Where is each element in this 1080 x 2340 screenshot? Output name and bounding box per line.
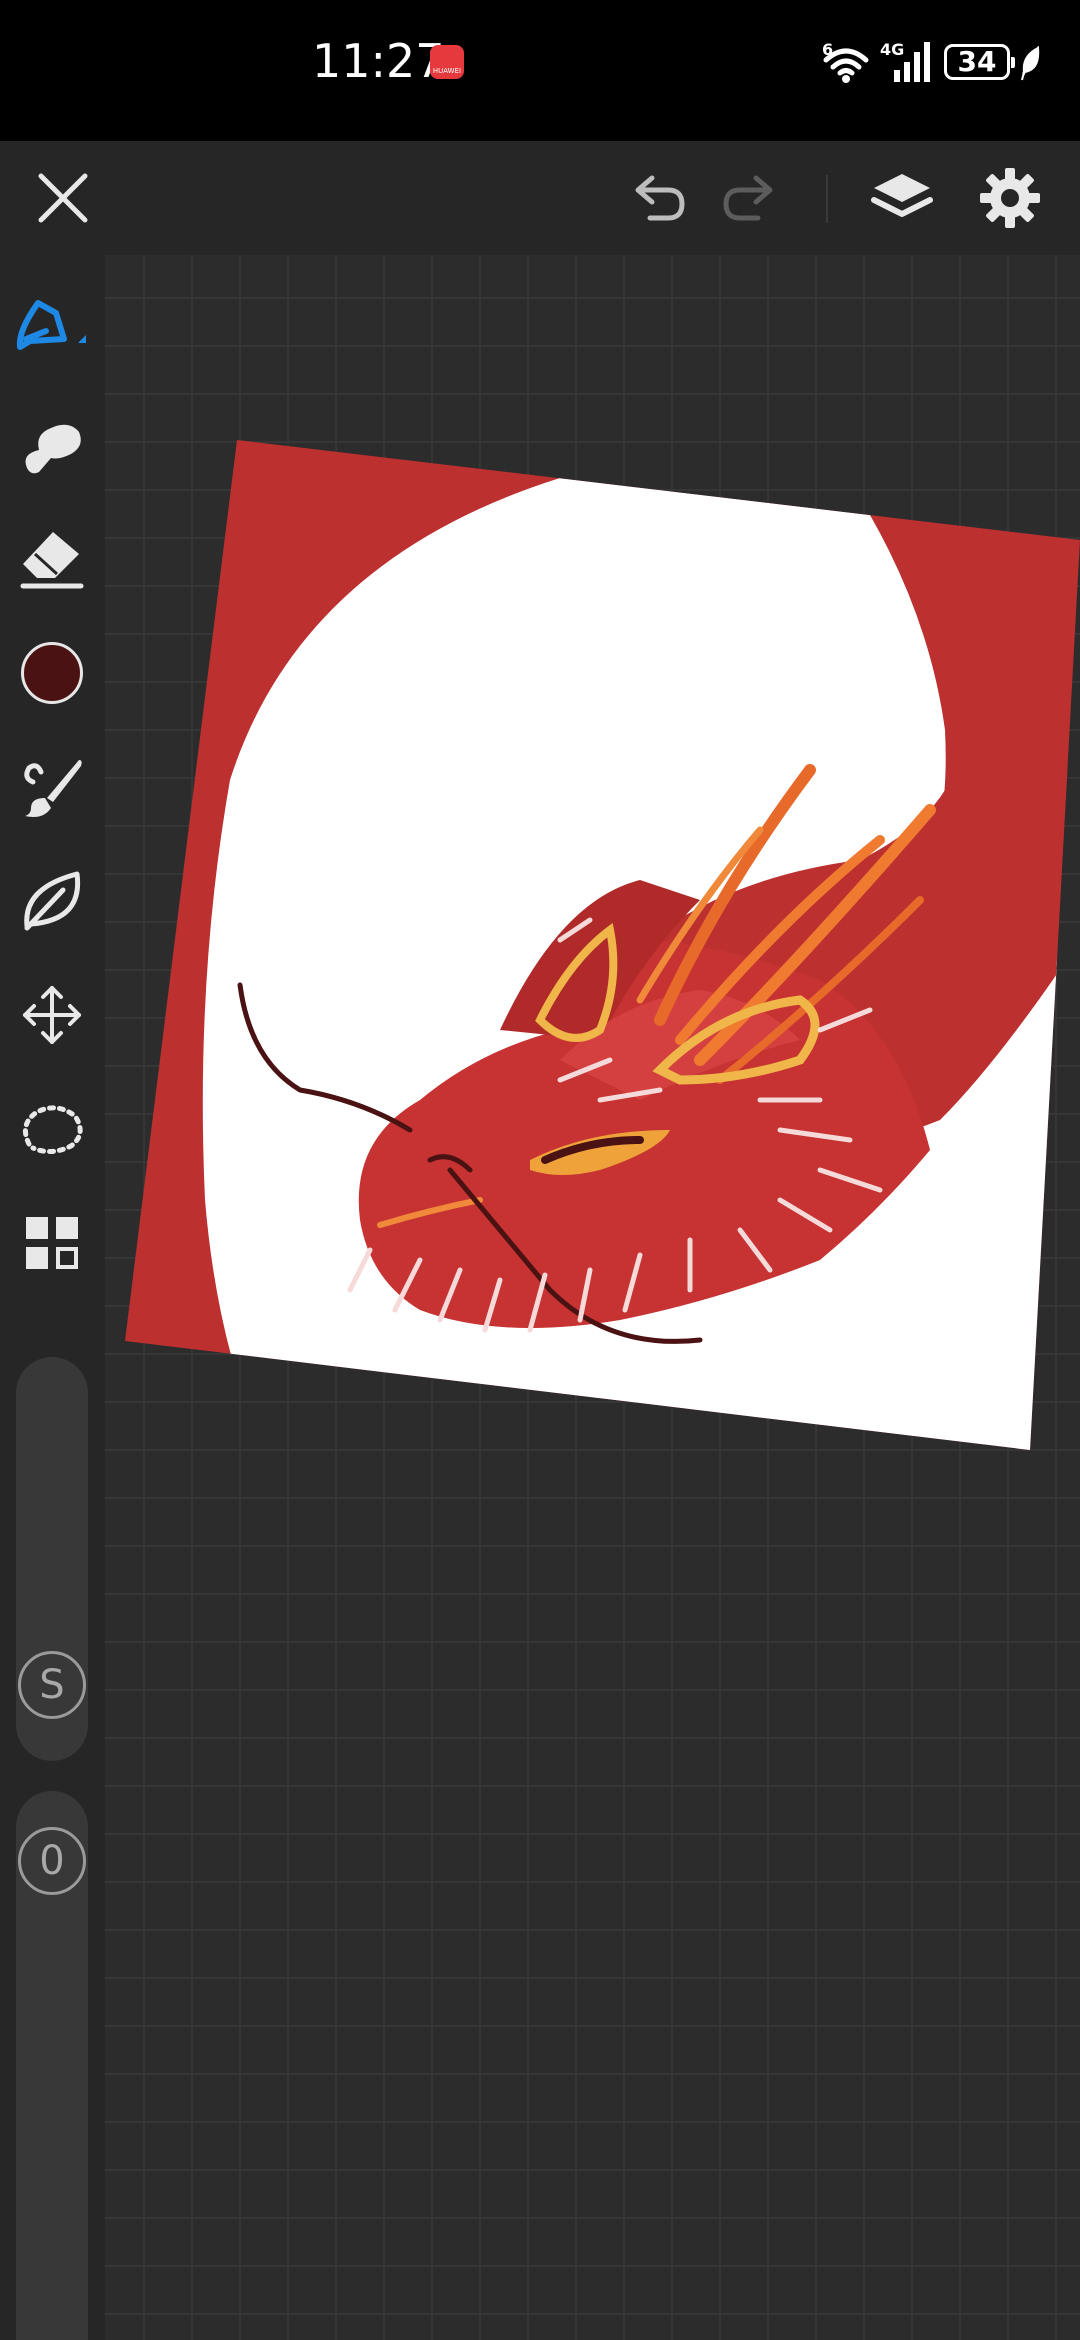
- lasso-icon: [22, 1105, 83, 1154]
- app-badge-label: HUAWEI: [432, 67, 462, 75]
- brush-icon: [24, 760, 82, 817]
- undo-icon: [635, 175, 685, 221]
- eraser-tool-button[interactable]: [12, 519, 92, 599]
- status-time: 11:27: [312, 34, 445, 88]
- transform-tool-button[interactable]: [12, 975, 92, 1055]
- battery-level: 34: [957, 45, 997, 78]
- brush-size-handle[interactable]: S: [18, 1651, 86, 1719]
- pen-icon: [16, 300, 86, 350]
- app-store-badge-icon: HUAWEI: [430, 45, 464, 79]
- undo-button[interactable]: [616, 158, 696, 238]
- redo-button[interactable]: [712, 158, 792, 238]
- brush-tool-button[interactable]: [12, 747, 92, 827]
- grid-icon: [26, 1217, 78, 1269]
- brush-opacity-label: 0: [39, 1838, 65, 1884]
- smudge-tool-button[interactable]: [12, 405, 92, 485]
- current-color-swatch: [21, 642, 83, 704]
- wifi-icon: 6: [820, 40, 872, 84]
- more-tools-button[interactable]: [12, 1203, 92, 1283]
- eraser-icon: [20, 532, 84, 589]
- canvas-workspace[interactable]: [105, 255, 1080, 2340]
- network-type: 4G: [880, 40, 905, 59]
- gear-icon: [980, 168, 1040, 228]
- wifi-label: 6: [822, 40, 834, 59]
- smudge-icon: [25, 424, 81, 474]
- brush-opacity-handle[interactable]: 0: [18, 1827, 86, 1895]
- left-toolbar: S 0: [0, 255, 105, 2340]
- leaf-icon: [24, 871, 81, 931]
- toolbar-divider: [826, 175, 828, 223]
- app-root: 11:27 HUAWEI 6 4G 34 S 0: [0, 0, 1080, 2340]
- battery-icon: 34: [944, 44, 1015, 80]
- artwork-canvas[interactable]: [105, 255, 1080, 2340]
- layers-icon: [871, 174, 933, 217]
- signal-icon: 4G: [880, 40, 936, 84]
- lasso-tool-button[interactable]: [12, 1089, 92, 1169]
- status-bar: 11:27 HUAWEI 6 4G 34: [0, 0, 1080, 141]
- brush-size-label: S: [39, 1662, 65, 1708]
- top-toolbar: [0, 141, 1080, 255]
- move-icon: [23, 986, 81, 1044]
- color-picker-button[interactable]: [12, 633, 92, 713]
- close-icon: [38, 173, 88, 223]
- shape-tool-button[interactable]: [12, 861, 92, 941]
- power-saving-leaf-icon: [1018, 44, 1044, 82]
- close-button[interactable]: [23, 158, 103, 238]
- layers-button[interactable]: [862, 158, 942, 238]
- settings-button[interactable]: [970, 158, 1050, 238]
- redo-icon: [723, 175, 773, 221]
- pen-tool-button[interactable]: [12, 291, 92, 371]
